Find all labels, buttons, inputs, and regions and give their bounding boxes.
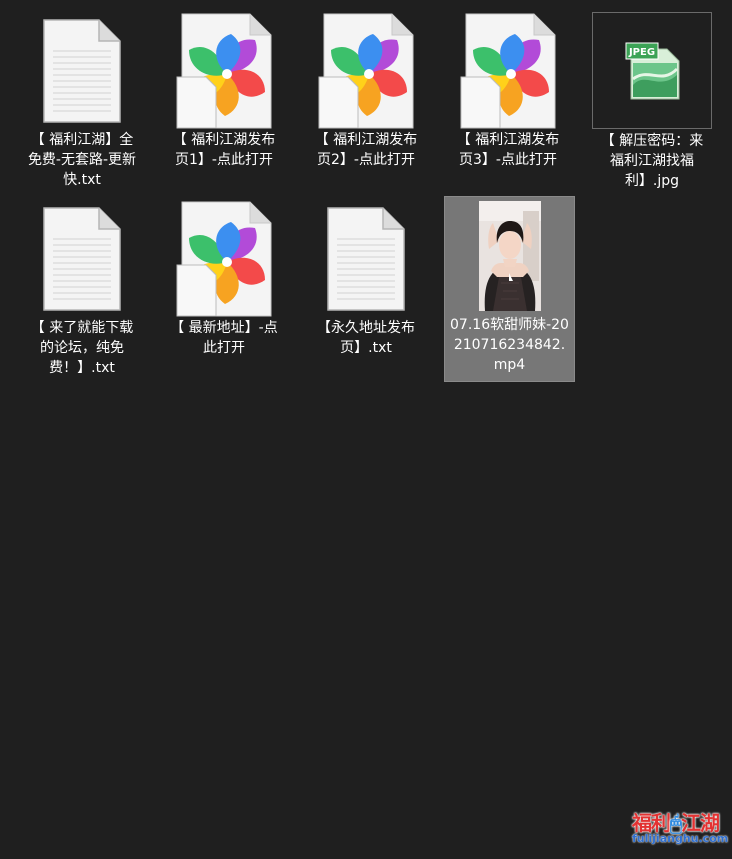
file-item-html-3[interactable]: 【 福利江湖发布页3】-点此打开: [448, 12, 568, 170]
file-name: 【 福利江湖发布页3】-点此打开: [456, 132, 560, 168]
file-name: 【永久地址发布页】.txt: [317, 320, 415, 356]
txt-file-icon: [306, 200, 426, 318]
file-item-html-1[interactable]: 【 福利江湖发布页1】-点此打开: [164, 12, 284, 170]
jpeg-icon-text: JPEG: [628, 47, 655, 58]
file-item-txt-2[interactable]: 【 来了就能下载的论坛，纯免费！】.txt: [22, 200, 142, 378]
file-item-txt-3[interactable]: 【永久地址发布页】.txt: [306, 200, 426, 358]
video-thumbnail: [445, 197, 574, 315]
file-name: 【 福利江湖】全免费-无套路-更新快.txt: [27, 132, 137, 188]
watermark-logo: 福利🖱江湖 fulijianghu.com: [630, 805, 728, 851]
jpeg-file-icon: JPEG: [593, 13, 713, 129]
file-name: 【 福利江湖发布页2】-点此打开: [314, 132, 418, 168]
txt-file-icon: [22, 200, 142, 318]
file-item-txt-1[interactable]: 【 福利江湖】全免费-无套路-更新快.txt: [22, 12, 142, 190]
file-name: 【 最新地址】-点此打开: [170, 320, 278, 356]
txt-file-icon: [22, 12, 142, 130]
file-item-jpg-label: 【 解压密码：来福利江湖找福利】.jpg: [592, 131, 712, 191]
watermark-url: fulijianghu.com: [632, 832, 729, 845]
pinwheel-html-icon: [448, 12, 568, 130]
file-name: 【 来了就能下载的论坛，纯免费！】.txt: [30, 320, 134, 376]
file-name: 【 福利江湖发布页1】-点此打开: [172, 132, 276, 168]
file-item-html-4[interactable]: 【 最新地址】-点此打开: [164, 200, 284, 358]
file-item-mp4[interactable]: 07.16软甜师妹-20210716234842.mp4: [444, 196, 575, 382]
file-item-html-2[interactable]: 【 福利江湖发布页2】-点此打开: [306, 12, 426, 170]
pinwheel-html-icon: [164, 200, 284, 318]
file-item-jpg[interactable]: JPEG: [592, 12, 712, 129]
file-name: 【 解压密码：来福利江湖找福利】.jpg: [600, 133, 704, 189]
file-name: 07.16软甜师妹-20210716234842.mp4: [450, 317, 569, 373]
pinwheel-html-icon: [164, 12, 284, 130]
pinwheel-html-icon: [306, 12, 426, 130]
